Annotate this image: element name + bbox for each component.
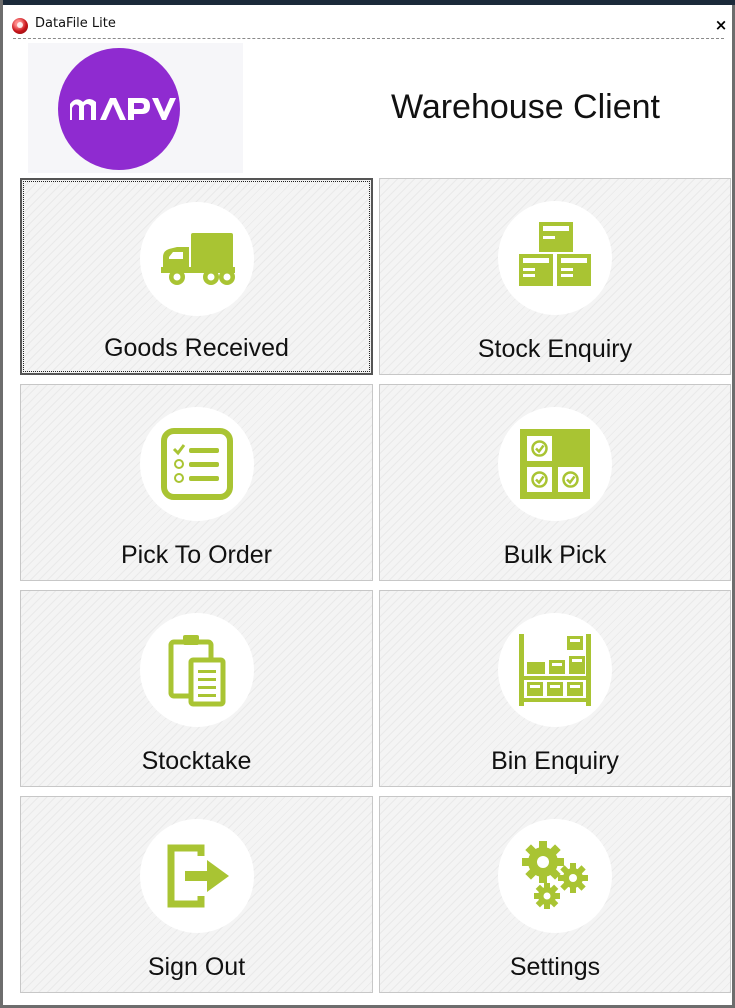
- title-bar[interactable]: DataFile Lite ×: [3, 5, 732, 39]
- grid-check-icon: [520, 429, 590, 499]
- settings-button[interactable]: Settings: [379, 796, 731, 993]
- app-icon: [12, 18, 28, 34]
- company-logo: [58, 48, 180, 170]
- page-title: Warehouse Client: [391, 88, 660, 126]
- stocktake-button[interactable]: Stocktake: [20, 590, 373, 787]
- tile-label: Bin Enquiry: [491, 747, 619, 775]
- stock-enquiry-button[interactable]: Stock Enquiry: [379, 178, 731, 375]
- tile-label: Stocktake: [141, 747, 252, 775]
- tile-label: Sign Out: [147, 953, 246, 981]
- icon-background: [498, 407, 612, 521]
- tile-label: Bulk Pick: [503, 541, 607, 569]
- icon-background: [139, 202, 254, 316]
- tile-label: Goods Received: [104, 334, 289, 362]
- clipboard-icon: [168, 635, 225, 707]
- tile-label: Stock Enquiry: [477, 335, 633, 363]
- shelving-icon: [519, 634, 591, 706]
- icon-background: [139, 407, 254, 521]
- sign-out-icon: [167, 844, 229, 908]
- sign-out-button[interactable]: Sign Out: [20, 796, 373, 993]
- logo-lettering: [70, 98, 176, 120]
- app-window: DataFile Lite × Warehouse Client Goods R…: [0, 0, 735, 1008]
- close-button[interactable]: ×: [713, 17, 729, 33]
- logo-panel: [28, 43, 243, 173]
- gears-icon: [522, 841, 588, 909]
- bulk-pick-button[interactable]: Bulk Pick: [379, 384, 731, 581]
- truck-icon: [160, 233, 235, 285]
- icon-background: [498, 819, 612, 933]
- checklist-icon: [160, 428, 233, 500]
- icon-background: [498, 613, 612, 727]
- tile-label: Pick To Order: [121, 541, 272, 569]
- icon-background: [139, 613, 254, 727]
- boxes-icon: [519, 222, 591, 286]
- window-title: DataFile Lite: [35, 16, 116, 31]
- icon-background: [498, 201, 612, 315]
- tile-label: Settings: [509, 953, 601, 981]
- bin-enquiry-button[interactable]: Bin Enquiry: [379, 590, 731, 787]
- icon-background: [139, 819, 254, 933]
- goods-received-button[interactable]: Goods Received: [20, 178, 373, 375]
- pick-to-order-button[interactable]: Pick To Order: [20, 384, 373, 581]
